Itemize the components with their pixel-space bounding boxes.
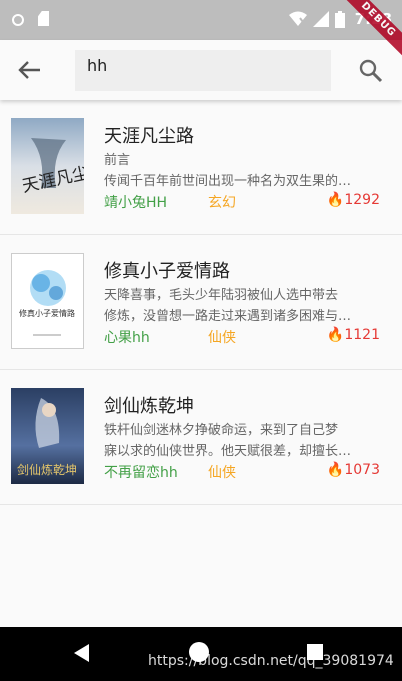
- svg-text:修真小子爱情路: 修真小子爱情路: [19, 308, 75, 318]
- app-bar: [0, 40, 402, 100]
- battery-icon: [334, 10, 345, 28]
- book-category: 玄幻: [208, 195, 236, 211]
- book-heat: 🔥1292: [326, 192, 380, 208]
- fire-icon: 🔥: [326, 327, 345, 343]
- book-meta: 心果hh 仙侠 🔥1121: [104, 327, 380, 347]
- book-author: 靖小兔HH: [104, 195, 168, 211]
- book-heat: 🔥1121: [326, 327, 380, 343]
- book-author: 心果hh: [104, 330, 150, 346]
- svg-text:剑仙炼乾坤: 剑仙炼乾坤: [17, 462, 77, 477]
- fire-icon: 🔥: [326, 192, 345, 208]
- book-category: 仙侠: [208, 465, 236, 481]
- book-cover: 天涯凡尘路: [11, 118, 84, 214]
- wifi-icon: [288, 11, 307, 27]
- book-author: 不再留恋hh: [104, 465, 178, 481]
- search-input[interactable]: [75, 50, 331, 91]
- book-description: 前言 传闻千百年前世间出现一种名为双生果的…: [104, 153, 352, 189]
- search-icon[interactable]: [358, 58, 384, 84]
- book-item[interactable]: 剑仙炼乾坤 剑仙炼乾坤 铁杆仙剑迷林夕挣破命运，来到了自己梦 寐以求的仙侠世界。…: [0, 370, 402, 505]
- book-title: 剑仙炼乾坤: [104, 396, 194, 417]
- signal-icon: [312, 11, 329, 27]
- book-cover: 剑仙炼乾坤: [11, 388, 84, 484]
- book-cover: 修真小子爱情路: [11, 253, 84, 349]
- nav-back-icon[interactable]: [74, 644, 89, 662]
- watermark: https://blog.csdn.net/qq_39081974: [148, 653, 394, 669]
- book-meta: 靖小兔HH 玄幻 🔥1292: [104, 192, 380, 212]
- book-item[interactable]: 天涯凡尘路 天涯凡尘路 前言 传闻千百年前世间出现一种名为双生果的… 靖小兔HH…: [0, 100, 402, 235]
- book-title: 天涯凡尘路: [104, 126, 194, 147]
- book-heat: 🔥1073: [326, 462, 380, 478]
- book-title: 修真小子爱情路: [104, 261, 230, 282]
- back-arrow-icon[interactable]: [14, 56, 44, 84]
- book-item[interactable]: 修真小子爱情路 修真小子爱情路 天降喜事，毛头少年陆羽被仙人选中带去 修炼，没曾…: [0, 235, 402, 370]
- status-bar: 7:28: [0, 0, 402, 40]
- book-meta: 不再留恋hh 仙侠 🔥1073: [104, 462, 380, 482]
- book-description: 铁杆仙剑迷林夕挣破命运，来到了自己梦 寐以求的仙侠世界。他天赋很差，却擅长…: [104, 423, 352, 459]
- fire-icon: 🔥: [326, 462, 345, 478]
- book-category: 仙侠: [208, 330, 236, 346]
- notification-circle-icon: [12, 14, 24, 26]
- book-description: 天降喜事，毛头少年陆羽被仙人选中带去 修炼，没曾想一路走过来遇到诸多困难与…: [104, 288, 352, 324]
- sdcard-icon: [38, 11, 49, 26]
- book-list: 天涯凡尘路 天涯凡尘路 前言 传闻千百年前世间出现一种名为双生果的… 靖小兔HH…: [0, 100, 402, 505]
